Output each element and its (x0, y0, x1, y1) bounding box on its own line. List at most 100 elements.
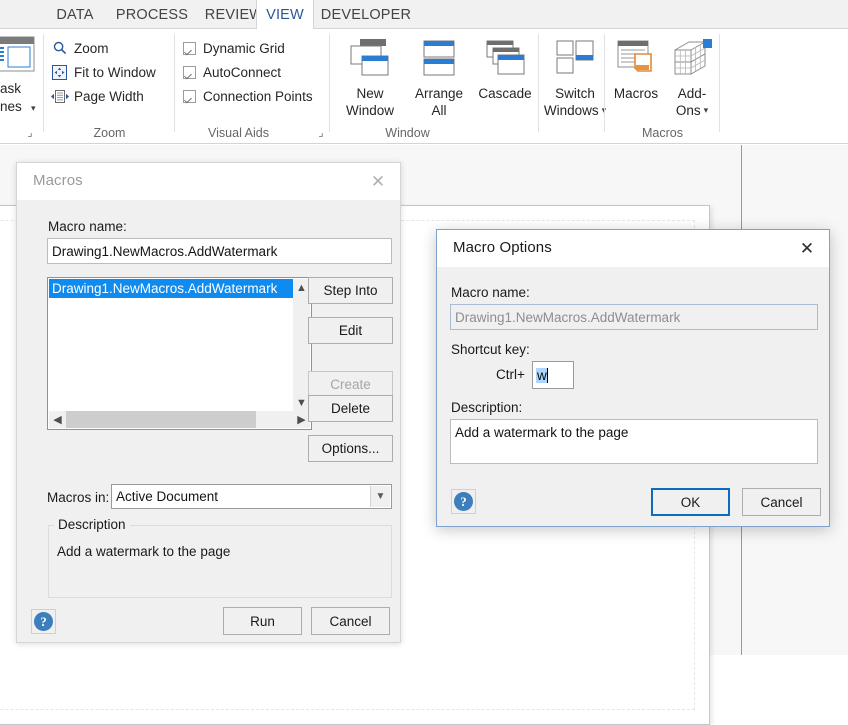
list-item[interactable]: Drawing1.NewMacros.AddWatermark (49, 279, 293, 298)
help-button[interactable]: ? (31, 609, 56, 634)
chevron-down-icon[interactable]: ▼ (370, 486, 390, 507)
ribbon-group-zoom-label: Zoom (93, 126, 126, 140)
autoconnect-checkbox[interactable]: AutoConnect (183, 61, 281, 83)
options-button[interactable]: Options... (308, 435, 393, 462)
ribbon-group-macros: Macros Add- Ons ▾ Macros (605, 29, 720, 143)
group-divider (538, 34, 539, 132)
macros-in-value: Active Document (116, 489, 219, 504)
tab-view[interactable]: VIEW (256, 0, 314, 30)
edit-button[interactable]: Edit (308, 317, 393, 344)
new-window-label-1: New (356, 86, 384, 101)
add-ons-icon (671, 38, 713, 82)
macro-options-dialog[interactable]: Macro Options ✕ Macro name: Drawing1.New… (436, 229, 830, 527)
tab-developer[interactable]: DEVELOPER (314, 0, 418, 29)
page-width-button[interactable]: Page Width (50, 85, 144, 107)
switch-windows-button[interactable]: Switch Windows ▾ (544, 38, 606, 119)
cancel-button[interactable]: Cancel (311, 607, 390, 635)
arrange-all-label-1: Arrange (414, 86, 464, 101)
page-width-icon (50, 88, 69, 105)
checkbox-icon (183, 41, 196, 55)
add-ons-button[interactable]: Add- Ons ▾ (667, 38, 717, 119)
autoconnect-label: AutoConnect (203, 64, 282, 80)
new-window-button[interactable]: New Window (338, 38, 402, 119)
delete-button[interactable]: Delete (308, 395, 393, 422)
task-panes-icon[interactable] (0, 35, 38, 73)
scrollbar-thumb[interactable] (66, 411, 256, 428)
switch-windows-label-2: Windows (543, 103, 599, 118)
help-button[interactable]: ? (451, 489, 476, 514)
macro-name-label: Macro name: (451, 285, 530, 300)
page-width-label: Page Width (74, 88, 144, 104)
add-ons-label-2: Ons (675, 103, 701, 118)
description-label: Description: (451, 400, 523, 415)
cascade-icon (485, 38, 525, 82)
cascade-button[interactable]: Cascade (474, 38, 536, 102)
create-button: Create (308, 371, 393, 398)
dynamic-grid-checkbox[interactable]: Dynamic Grid (183, 37, 285, 59)
ribbon-group-window-label: Window (385, 126, 430, 140)
connection-points-checkbox[interactable]: Connection Points (183, 85, 313, 107)
macro-list-horizontal-scrollbar[interactable]: ◀ ▶ (49, 411, 310, 428)
macros-button[interactable]: Macros (608, 38, 664, 102)
cascade-label-1: Cascade (478, 86, 532, 101)
macro-name-readonly-field: Drawing1.NewMacros.AddWatermark (450, 304, 818, 330)
new-window-label-2: Window (345, 103, 394, 118)
ribbon-group-macros-label: Macros (642, 126, 683, 140)
macros-dialog[interactable]: Macros ✕ Macro name: Drawing1.NewMacros.… (16, 162, 401, 643)
ok-button[interactable]: OK (651, 488, 730, 516)
checkbox-icon (183, 65, 196, 79)
tab-data[interactable]: DATA (42, 0, 108, 29)
chevron-left-icon[interactable]: ◀ (49, 411, 66, 428)
macro-name-label: Macro name: (48, 219, 127, 234)
description-groupbox (48, 525, 392, 598)
shortcut-key-value: w (536, 367, 547, 383)
switch-windows-label-1: Switch (555, 86, 595, 101)
fit-to-window-icon (50, 64, 69, 81)
ribbon-group-window: New Window Arrange All Cascade Switch Wi… (330, 29, 606, 143)
task-panes-label-line1: ask (0, 81, 22, 96)
magnifier-icon (50, 40, 69, 57)
shortcut-key-label: Shortcut key: (451, 342, 530, 357)
connection-points-label: Connection Points (203, 88, 313, 104)
macros-button-label: Macros (613, 86, 659, 101)
macro-name-readonly-value: Drawing1.NewMacros.AddWatermark (455, 309, 681, 325)
macro-name-input-value: Drawing1.NewMacros.AddWatermark (52, 243, 278, 259)
task-panes-dialog-launcher[interactable]: ⌟ (24, 127, 36, 139)
dynamic-grid-label: Dynamic Grid (203, 40, 285, 56)
shortcut-key-input[interactable]: w (532, 361, 574, 389)
macros-icon (615, 38, 657, 82)
ribbon-group-task-panes: ask nes ▾ ⌟ (0, 29, 44, 143)
ribbon-tab-strip: DATA PROCESS REVIEW VIEW DEVELOPER (0, 0, 848, 30)
zoom-button-label: Zoom (74, 40, 109, 56)
tab-process[interactable]: PROCESS (108, 0, 196, 29)
fit-to-window-label: Fit to Window (74, 64, 156, 80)
ribbon-group-zoom: Zoom Fit to Window Page Width Zoom (44, 29, 175, 143)
switch-windows-icon (555, 38, 595, 82)
group-divider (719, 34, 720, 132)
close-icon[interactable]: ✕ (356, 163, 400, 200)
description-input[interactable]: Add a watermark to the page (450, 419, 818, 464)
task-panes-caret-icon[interactable]: ▾ (31, 103, 36, 114)
macros-in-select[interactable]: Active Document ▼ (111, 484, 392, 509)
text-cursor (546, 367, 548, 383)
macros-dialog-title-bar[interactable]: Macros (17, 163, 400, 200)
step-into-button[interactable]: Step Into (308, 277, 393, 304)
zoom-button[interactable]: Zoom (50, 37, 109, 59)
description-input-value: Add a watermark to the page (455, 425, 629, 440)
run-button[interactable]: Run (223, 607, 302, 635)
add-ons-label-1: Add- (677, 86, 707, 101)
help-icon: ? (454, 492, 473, 511)
macro-list[interactable]: Drawing1.NewMacros.AddWatermark ▲ ▼ ◀ ▶ (47, 277, 312, 430)
cancel-button[interactable]: Cancel (742, 488, 821, 516)
arrange-all-label-2: All (431, 103, 447, 118)
fit-to-window-button[interactable]: Fit to Window (50, 61, 156, 83)
add-ons-caret-icon[interactable]: ▾ (704, 102, 709, 119)
macro-options-title-bar[interactable]: Macro Options (437, 230, 829, 267)
macros-dialog-title: Macros (33, 172, 83, 189)
arrange-all-button[interactable]: Arrange All (406, 38, 472, 119)
arrange-all-icon (422, 38, 456, 82)
close-icon[interactable]: ✕ (785, 230, 829, 267)
macro-options-title: Macro Options (453, 239, 552, 256)
task-panes-label-line2: nes (0, 99, 22, 114)
macro-name-input[interactable]: Drawing1.NewMacros.AddWatermark (47, 238, 392, 264)
